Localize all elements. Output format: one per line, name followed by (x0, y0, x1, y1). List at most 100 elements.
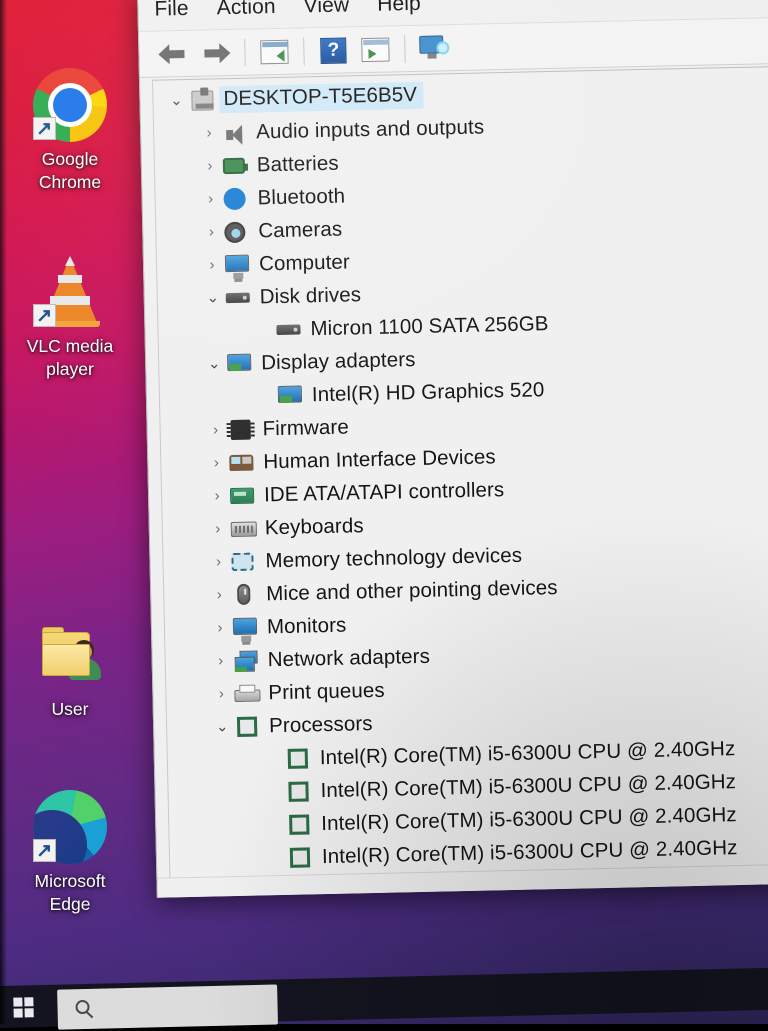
show-hide-console-tree-button[interactable] (254, 32, 295, 71)
mouse-icon (232, 582, 259, 607)
chevron-right-icon[interactable]: › (208, 653, 234, 669)
monitor-icon (233, 615, 260, 640)
microsoft-edge-icon (33, 790, 107, 864)
chevron-down-icon[interactable]: ⌄ (200, 290, 226, 306)
twisty-spacer (252, 396, 278, 397)
twisty-spacer (250, 330, 276, 331)
desktop-icon-vlc-media-player[interactable]: VLC media player (4, 255, 136, 381)
tree-node-label: Intel(R) Core(TM) i5-6300U CPU @ 2.40GHz (320, 737, 736, 770)
twisty-spacer (262, 857, 288, 858)
processor-icon (287, 812, 314, 837)
chevron-right-icon[interactable]: › (202, 422, 228, 438)
tree-node-label: Computer (259, 250, 350, 276)
twisty-spacer (261, 824, 287, 825)
tree-node-label: Intel(R) HD Graphics 520 (312, 378, 545, 407)
desktop-icon-user-folder[interactable]: User (4, 618, 136, 721)
back-button[interactable] (153, 34, 194, 73)
chevron-right-icon[interactable]: › (205, 554, 231, 570)
processor-icon (286, 746, 313, 771)
chevron-down-icon[interactable]: ⌄ (201, 356, 227, 372)
toolbar-separator (244, 38, 246, 66)
tree-node-label: IDE ATA/ATAPI controllers (264, 478, 505, 507)
start-button[interactable] (13, 997, 36, 1020)
ide-controller-icon (230, 483, 257, 508)
chevron-right-icon[interactable]: › (206, 587, 232, 603)
tree-node-label: Intel(R) Core(TM) i5-6300U CPU @ 2.40GHz (322, 836, 738, 869)
bluetooth-icon (223, 186, 250, 211)
chevron-right-icon[interactable]: › (207, 620, 233, 636)
menu-file[interactable]: File (154, 0, 205, 23)
chevron-down-icon[interactable]: ⌄ (163, 93, 189, 109)
desktop-icon-google-chrome[interactable]: Google Chrome (4, 68, 136, 194)
desktop-icon-label: Microsoft Edge (4, 870, 136, 916)
tree-node-label: Batteries (257, 151, 339, 177)
chevron-right-icon[interactable]: › (197, 191, 223, 207)
tree-node-label: Network adapters (267, 644, 430, 672)
speaker-icon (222, 120, 249, 145)
tree-node-label: Audio inputs and outputs (256, 115, 485, 144)
keyboard-icon (231, 516, 258, 541)
processor-icon (235, 714, 262, 739)
display-adapter-icon (227, 351, 254, 376)
tree-node-label: Firmware (262, 415, 349, 441)
tree-node-label: Display adapters (261, 348, 416, 375)
monitor-icon (225, 252, 252, 277)
toolbar-separator (404, 35, 406, 63)
twisty-spacer (261, 791, 287, 792)
chevron-right-icon[interactable]: › (204, 488, 230, 504)
shortcut-overlay-icon (33, 304, 56, 327)
properties-icon (361, 37, 390, 62)
tree-node-label: Memory technology devices (265, 543, 522, 573)
tree-node-label: Monitors (267, 613, 347, 639)
tree-node-label: Keyboards (265, 514, 364, 540)
twisty-spacer (260, 758, 286, 759)
battery-icon (223, 153, 250, 178)
desktop-icon-label: User (4, 698, 136, 721)
shortcut-overlay-icon (33, 117, 56, 140)
computer-node-icon (189, 88, 216, 113)
scan-for-hardware-changes-button[interactable] (414, 29, 455, 68)
disk-drive-icon (276, 317, 303, 342)
chevron-right-icon[interactable]: › (208, 686, 234, 702)
menu-view[interactable]: View (303, 0, 365, 20)
network-adapter-icon (233, 648, 260, 673)
tree-node-label: Intel(R) Core(TM) i5-6300U CPU @ 2.40GHz (320, 770, 736, 803)
desktop-icon-microsoft-edge[interactable]: Microsoft Edge (4, 790, 136, 916)
help-button[interactable]: ? (313, 31, 354, 70)
tree-node-label: DESKTOP-T5E6B5V (219, 82, 423, 113)
search-box[interactable] (57, 984, 278, 1029)
chevron-right-icon[interactable]: › (197, 158, 223, 174)
tree-node-label: Human Interface Devices (263, 445, 496, 474)
disk-drive-icon (226, 285, 253, 310)
menu-help[interactable]: Help (377, 0, 437, 18)
search-icon (75, 1000, 89, 1014)
menu-action[interactable]: Action (216, 0, 292, 22)
tree-node-label: Micron 1100 SATA 256GB (310, 312, 549, 341)
chevron-right-icon[interactable]: › (203, 455, 229, 471)
show-hide-console-tree-icon (260, 39, 289, 64)
processor-icon (288, 845, 315, 870)
forward-arrow-icon (200, 41, 230, 64)
chevron-right-icon[interactable]: › (205, 521, 231, 537)
device-tree[interactable]: ⌄ DESKTOP-T5E6B5V › Audio inputs and output… (152, 66, 768, 878)
help-icon: ? (320, 37, 347, 64)
chevron-right-icon[interactable]: › (199, 257, 225, 273)
desktop-icon-label: Google Chrome (4, 148, 136, 194)
chevron-right-icon[interactable]: › (196, 125, 222, 141)
tree-node-label: Bluetooth (257, 184, 345, 210)
screen-edge-shadow (0, 0, 7, 1024)
device-manager-window: File Action View Help ? ⌄ DESKTOP-T5E6B5V… (137, 0, 768, 898)
camera-icon (224, 219, 251, 244)
back-arrow-icon (158, 42, 188, 65)
google-chrome-icon (33, 68, 107, 142)
desktop-icon-label: VLC media player (4, 335, 136, 381)
forward-button[interactable] (195, 33, 236, 72)
toolbar-separator (303, 37, 305, 65)
properties-button[interactable] (355, 30, 396, 69)
firmware-chip-icon (228, 417, 255, 442)
tree-node-label: Cameras (258, 217, 342, 243)
human-interface-device-icon (229, 450, 256, 475)
chevron-right-icon[interactable]: › (198, 224, 224, 240)
chevron-down-icon[interactable]: ⌄ (209, 719, 235, 735)
tree-node-label: Processors (269, 712, 373, 738)
